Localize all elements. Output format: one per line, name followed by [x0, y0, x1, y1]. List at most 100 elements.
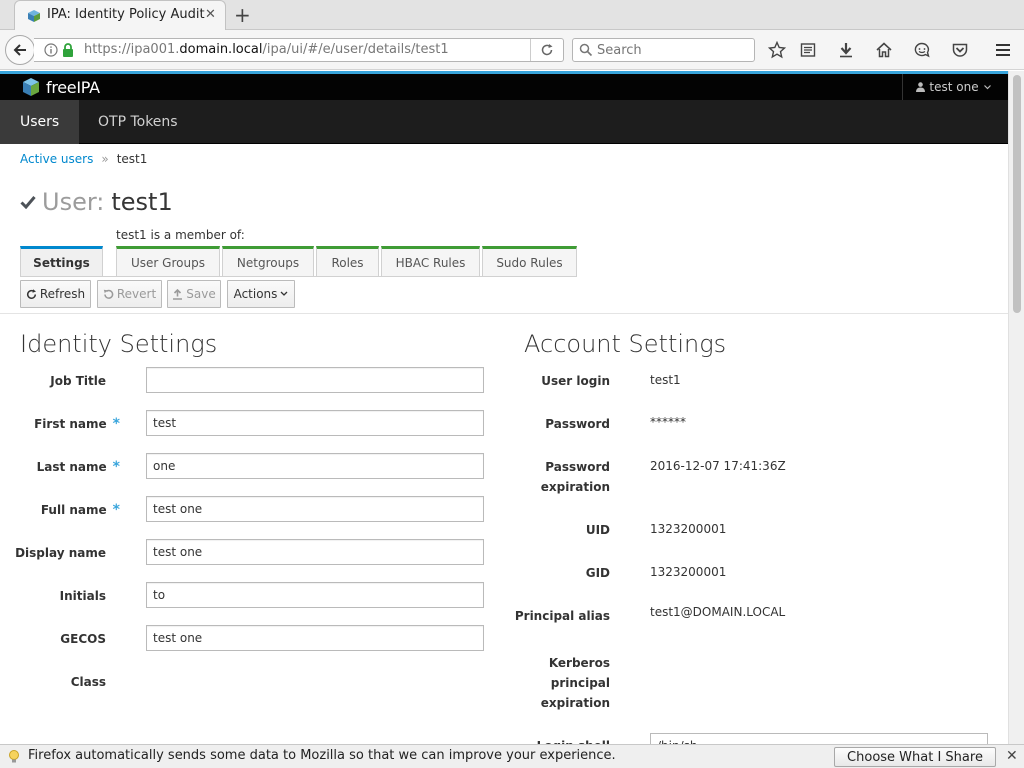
url-prefix: https://ipa001.	[84, 42, 180, 57]
actions-dropdown[interactable]: Actions	[227, 280, 295, 308]
chevron-down-icon	[983, 84, 991, 89]
lock-icon[interactable]	[62, 43, 74, 57]
freeipa-favicon-icon	[28, 10, 40, 22]
refresh-button[interactable]: Refresh	[20, 280, 91, 308]
notification-text: Firefox automatically sends some data to…	[28, 748, 616, 763]
title-prefix: User:	[42, 188, 105, 216]
kerberos-expiration-label: Kerberos principal expiration	[540, 656, 610, 710]
nav-otp-tokens[interactable]: OTP Tokens	[78, 100, 198, 144]
url-host: domain.local	[179, 42, 263, 57]
breadcrumb-separator: »	[101, 152, 109, 166]
tab-close-icon[interactable]: ✕	[205, 7, 216, 22]
password-label: Password	[545, 417, 610, 431]
page-scrollbar[interactable]	[1008, 71, 1024, 745]
member-of-label: test1 is a member of:	[116, 228, 245, 242]
breadcrumb-active-users-link[interactable]: Active users	[20, 152, 93, 166]
search-input[interactable]	[597, 41, 747, 59]
job-title-label: Job Title	[50, 374, 106, 388]
star-icon[interactable]	[767, 40, 787, 60]
brand-name: freeIPA	[46, 77, 100, 97]
save-button[interactable]: Save	[167, 280, 221, 308]
tab-user-groups[interactable]: User Groups	[116, 246, 220, 277]
reload-icon	[541, 44, 553, 56]
display-name-label: Display name	[15, 546, 106, 560]
first-name-input[interactable]	[146, 410, 484, 436]
title-user-name: test1	[111, 188, 173, 216]
uid-label: UID	[585, 523, 610, 537]
last-name-label: Last name *	[0, 457, 120, 477]
user-menu-label: test one	[929, 80, 979, 94]
choose-what-i-share-button[interactable]: Choose What I Share	[834, 747, 996, 767]
new-tab-icon[interactable]: +	[234, 3, 251, 27]
gecos-input[interactable]	[146, 625, 484, 651]
chevron-down-icon	[280, 291, 288, 296]
download-icon[interactable]	[836, 40, 856, 60]
required-asterisk: *	[112, 502, 120, 518]
close-icon[interactable]: ✕	[1006, 748, 1018, 764]
toolbar-divider	[0, 313, 1008, 314]
url-text[interactable]: https://ipa001.domain.local/ipa/ui/#/e/u…	[84, 42, 449, 57]
revert-label: Revert	[116, 287, 157, 301]
last-name-label-text: Last name	[36, 460, 107, 474]
gecos-label: GECOS	[60, 632, 106, 646]
uid-value: 1323200001	[650, 522, 727, 536]
breadcrumb: Active users » test1	[20, 152, 147, 166]
search-icon	[579, 43, 593, 57]
tab-netgroups[interactable]: Netgroups	[222, 246, 314, 277]
menu-icon[interactable]	[993, 40, 1013, 60]
undo-icon	[103, 289, 114, 299]
job-title-input[interactable]	[146, 367, 484, 393]
first-name-label: First name *	[0, 414, 120, 434]
actions-label: Actions	[233, 287, 278, 301]
tab-sudo-rules[interactable]: Sudo Rules	[482, 246, 577, 277]
freeipa-logo-icon	[23, 78, 39, 96]
info-icon[interactable]	[44, 43, 58, 57]
initials-input[interactable]	[146, 582, 484, 608]
principal-alias-value: test1@DOMAIN.LOCAL	[650, 605, 786, 619]
revert-button[interactable]: Revert	[97, 280, 162, 308]
scroll-thumb[interactable]	[1013, 75, 1021, 313]
browser-nav-bar: https://ipa001.domain.local/ipa/ui/#/e/u…	[0, 30, 1024, 70]
brand[interactable]: freeIPA	[22, 77, 100, 97]
tab-title: IPA: Identity Policy Audit	[47, 7, 205, 22]
password-expiration-value: 2016-12-07 17:41:36Z	[650, 459, 786, 473]
full-name-input[interactable]	[146, 496, 484, 522]
top-navbar: freeIPA test one	[0, 74, 1008, 100]
check-icon	[20, 196, 36, 209]
page-title: User: test1	[20, 188, 173, 216]
required-asterisk: *	[112, 416, 120, 432]
user-menu[interactable]: test one	[902, 74, 1008, 100]
search-bar[interactable]	[572, 38, 755, 62]
url-bar[interactable]: https://ipa001.domain.local/ipa/ui/#/e/u…	[34, 38, 564, 62]
home-icon[interactable]	[874, 40, 894, 60]
nav-users[interactable]: Users	[0, 100, 80, 144]
first-name-label-text: First name	[34, 417, 107, 431]
refresh-icon	[26, 288, 36, 299]
full-name-label: Full name *	[0, 500, 120, 520]
tab-roles[interactable]: Roles	[316, 246, 379, 277]
password-value: ******	[650, 415, 686, 429]
user-login-label: User login	[541, 374, 610, 388]
gid-label: GID	[585, 566, 610, 580]
hello-icon[interactable]	[912, 40, 932, 60]
display-name-input[interactable]	[146, 539, 484, 565]
user-login-value: test1	[650, 373, 681, 387]
class-label: Class	[70, 675, 106, 689]
reload-button[interactable]	[530, 39, 563, 61]
tab-hbac-rules[interactable]: HBAC Rules	[381, 246, 480, 277]
browser-tab-bar: IPA: Identity Policy Audit ✕ +	[0, 0, 1024, 31]
pocket-icon[interactable]	[950, 40, 970, 60]
url-path: /ipa/ui/#/e/user/details/test1	[262, 42, 449, 57]
breadcrumb-current: test1	[116, 152, 148, 166]
tab-settings[interactable]: Settings	[20, 246, 103, 277]
main-nav: Users OTP Tokens	[0, 100, 1008, 144]
identity-settings-title: Identity Settings	[20, 330, 218, 358]
back-button[interactable]	[5, 35, 35, 65]
refresh-label: Refresh	[39, 287, 86, 301]
last-name-input[interactable]	[146, 453, 484, 479]
notification-bar: Firefox automatically sends some data to…	[0, 744, 1024, 768]
reading-list-icon[interactable]	[798, 40, 818, 60]
page-content: freeIPA test one Users OTP Tokens Active…	[0, 71, 1008, 745]
password-expiration-label: Password expiration	[540, 460, 610, 494]
browser-tab[interactable]: IPA: Identity Policy Audit ✕	[14, 0, 226, 31]
